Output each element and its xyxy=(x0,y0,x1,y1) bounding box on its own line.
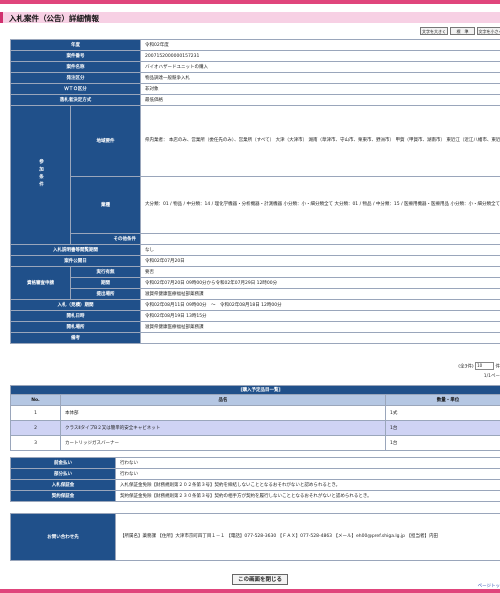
table-row: 1 本体部 1式 xyxy=(10,405,500,421)
sonota-value xyxy=(140,233,500,245)
row-qty: 1台 xyxy=(385,435,500,451)
houshiki-label: 落札者決定方式 xyxy=(10,94,141,106)
kaisatsu-basho-value: 滋賀県健康医療福祉部薬務課 xyxy=(140,321,500,333)
nendo-label: 年度 xyxy=(10,39,141,51)
setsumei-label: 入札説明書等閲覧期間 xyxy=(10,244,141,256)
nendo-value: 令和02年度 xyxy=(140,39,500,51)
table-row: 3 カートリッジガスバーナー 1台 xyxy=(10,435,500,451)
text-smaller-button[interactable]: 文字を小さく xyxy=(477,27,500,35)
chiiki-value: 県内業者： 本店のみ、営業所（委任先のみ）、営業所（すべて） 大津（大津市） 湖… xyxy=(140,105,500,177)
row-no: 3 xyxy=(10,435,61,451)
sonota-label: その他条件 xyxy=(70,233,141,245)
text-larger-button[interactable]: 文字を大きく xyxy=(420,27,448,35)
text-standard-button[interactable]: 標 準 xyxy=(450,27,475,35)
anken-name-value: バイオハザードユニットの購入 xyxy=(140,61,500,73)
per-page-select[interactable]: 10 xyxy=(475,362,495,370)
contact-label: お問い合わせ先 xyxy=(10,513,116,561)
page-title-bar: 入札案件（公告）詳細情報 xyxy=(0,12,500,23)
items-caption: [購入予定品目一覧] xyxy=(10,385,500,395)
row-no: 2 xyxy=(10,420,61,436)
kaisatsu-label: 開札日時 xyxy=(10,310,141,322)
biko-value xyxy=(140,332,500,344)
houshiki-value: 最低価格 xyxy=(140,94,500,106)
nyusatsu-kikan-value: 令和02年08月11日 09時00分 ～ 令和02年08月18日 12時00分 xyxy=(140,299,500,311)
payment-table: 前金払い 行わない 部分払い 行わない 入札保証金 入札保証金免除【財務規則第２… xyxy=(10,457,500,502)
koukoku-value: 令和02年07月20日 xyxy=(140,255,500,267)
details-table: 年度 令和02年度 案件番号 2007152000000157231 案件名称 … xyxy=(10,39,500,344)
bottom-accent-bar xyxy=(0,589,500,593)
bubun-value: 行わない xyxy=(115,468,500,480)
table-row: 2 クラスⅡタイプB２又は簡単的安全キャビネット 1台 xyxy=(10,420,500,436)
hacchu-label: 発注区分 xyxy=(10,72,141,84)
maebarai-label: 前金払い xyxy=(10,457,116,469)
shinsei-label: 資格審査申請 xyxy=(10,266,71,300)
contact-table: お問い合わせ先 【所属名】薬務課 【住所】大津市京町四丁目１－１ 【電話】077… xyxy=(10,513,500,561)
jikkou-label: 実行有無 xyxy=(70,266,141,278)
maebarai-value: 行わない xyxy=(115,457,500,469)
row-name: 本体部 xyxy=(60,405,386,421)
col-name-header: 品名 xyxy=(60,394,386,406)
row-qty: 1式 xyxy=(385,405,500,421)
row-no: 1 xyxy=(10,405,61,421)
anken-no-label: 案件番号 xyxy=(10,50,141,62)
setsumei-value: なし xyxy=(140,244,500,256)
gyoshu-value: 大分類：01 / 物品 / 中分類：14 / 理化学機器・分析機器・計測機器 小… xyxy=(140,176,500,234)
chiiki-label: 地域要件 xyxy=(70,105,141,177)
items-table: [購入予定品目一覧] No. 品名 数量・単位 1 本体部 1式 2 クラスⅡタ… xyxy=(10,385,500,451)
kaisatsu-basho-label: 開札場所 xyxy=(10,321,141,333)
contact-value: 【所属名】薬務課 【住所】大津市京町四丁目１－１ 【電話】077-528-363… xyxy=(115,513,500,561)
gyoshu-label: 業種 xyxy=(70,176,141,234)
per-page-suffix: 件 xyxy=(495,364,500,370)
bubun-label: 部分払い xyxy=(10,468,116,480)
col-no-header: No. xyxy=(10,394,61,406)
hacchu-value: 物品調達一般競争入札 xyxy=(140,72,500,84)
top-accent-bar xyxy=(0,0,500,4)
biko-label: 備考 xyxy=(10,332,141,344)
keiyaku-value: 契約保証金免除【財務規則第２３０条第３号】契約の相手方が契約を履行しないこととな… xyxy=(115,490,500,502)
page-title: 入札案件（公告）詳細情報 xyxy=(9,14,99,23)
sanka-label: 参加条件 xyxy=(10,105,71,245)
kikan-value: 令和02年07月20日 09時00分から令和02年07月29日 12時00分 xyxy=(140,277,500,289)
keiyaku-label: 契約保証金 xyxy=(10,490,116,502)
teishutsu-label: 提出場所 xyxy=(70,288,141,300)
row-name: カートリッジガスバーナー xyxy=(60,435,386,451)
col-qty-header: 数量・単位 xyxy=(385,394,500,406)
row-name: クラスⅡタイプB２又は簡単的安全キャビネット xyxy=(60,420,386,436)
pager-total: (全3件) xyxy=(458,364,474,370)
jikkou-value: 要否 xyxy=(140,266,500,278)
hoshokin-value: 入札保証金免除【財務規則第２０２条第３号】契約を締結しないこととなるおそれがない… xyxy=(115,479,500,491)
sanka-label-text: 参加条件 xyxy=(38,159,44,189)
row-qty: 1台 xyxy=(385,420,500,436)
anken-no-value: 2007152000000157231 xyxy=(140,50,500,62)
koukoku-label: 案件公開日 xyxy=(10,255,141,267)
wto-value: 非対象 xyxy=(140,83,500,95)
hoshokin-label: 入札保証金 xyxy=(10,479,116,491)
pager: (全3件) 10 件 xyxy=(458,362,500,370)
pager-nav[interactable]: 1/1ペー xyxy=(484,373,500,379)
teishutsu-value: 滋賀県健康医療福祉部薬務課 xyxy=(140,288,500,300)
nyusatsu-kikan-label: 入札（見積）期間 xyxy=(10,299,141,311)
close-window-button[interactable]: この画面を閉じる xyxy=(232,574,288,585)
anken-name-label: 案件名称 xyxy=(10,61,141,73)
wto-label: ＷＴＯ区分 xyxy=(10,83,141,95)
kikan-label: 期間 xyxy=(70,277,141,289)
kaisatsu-value: 令和02年08月19日 13時15分 xyxy=(140,310,500,322)
